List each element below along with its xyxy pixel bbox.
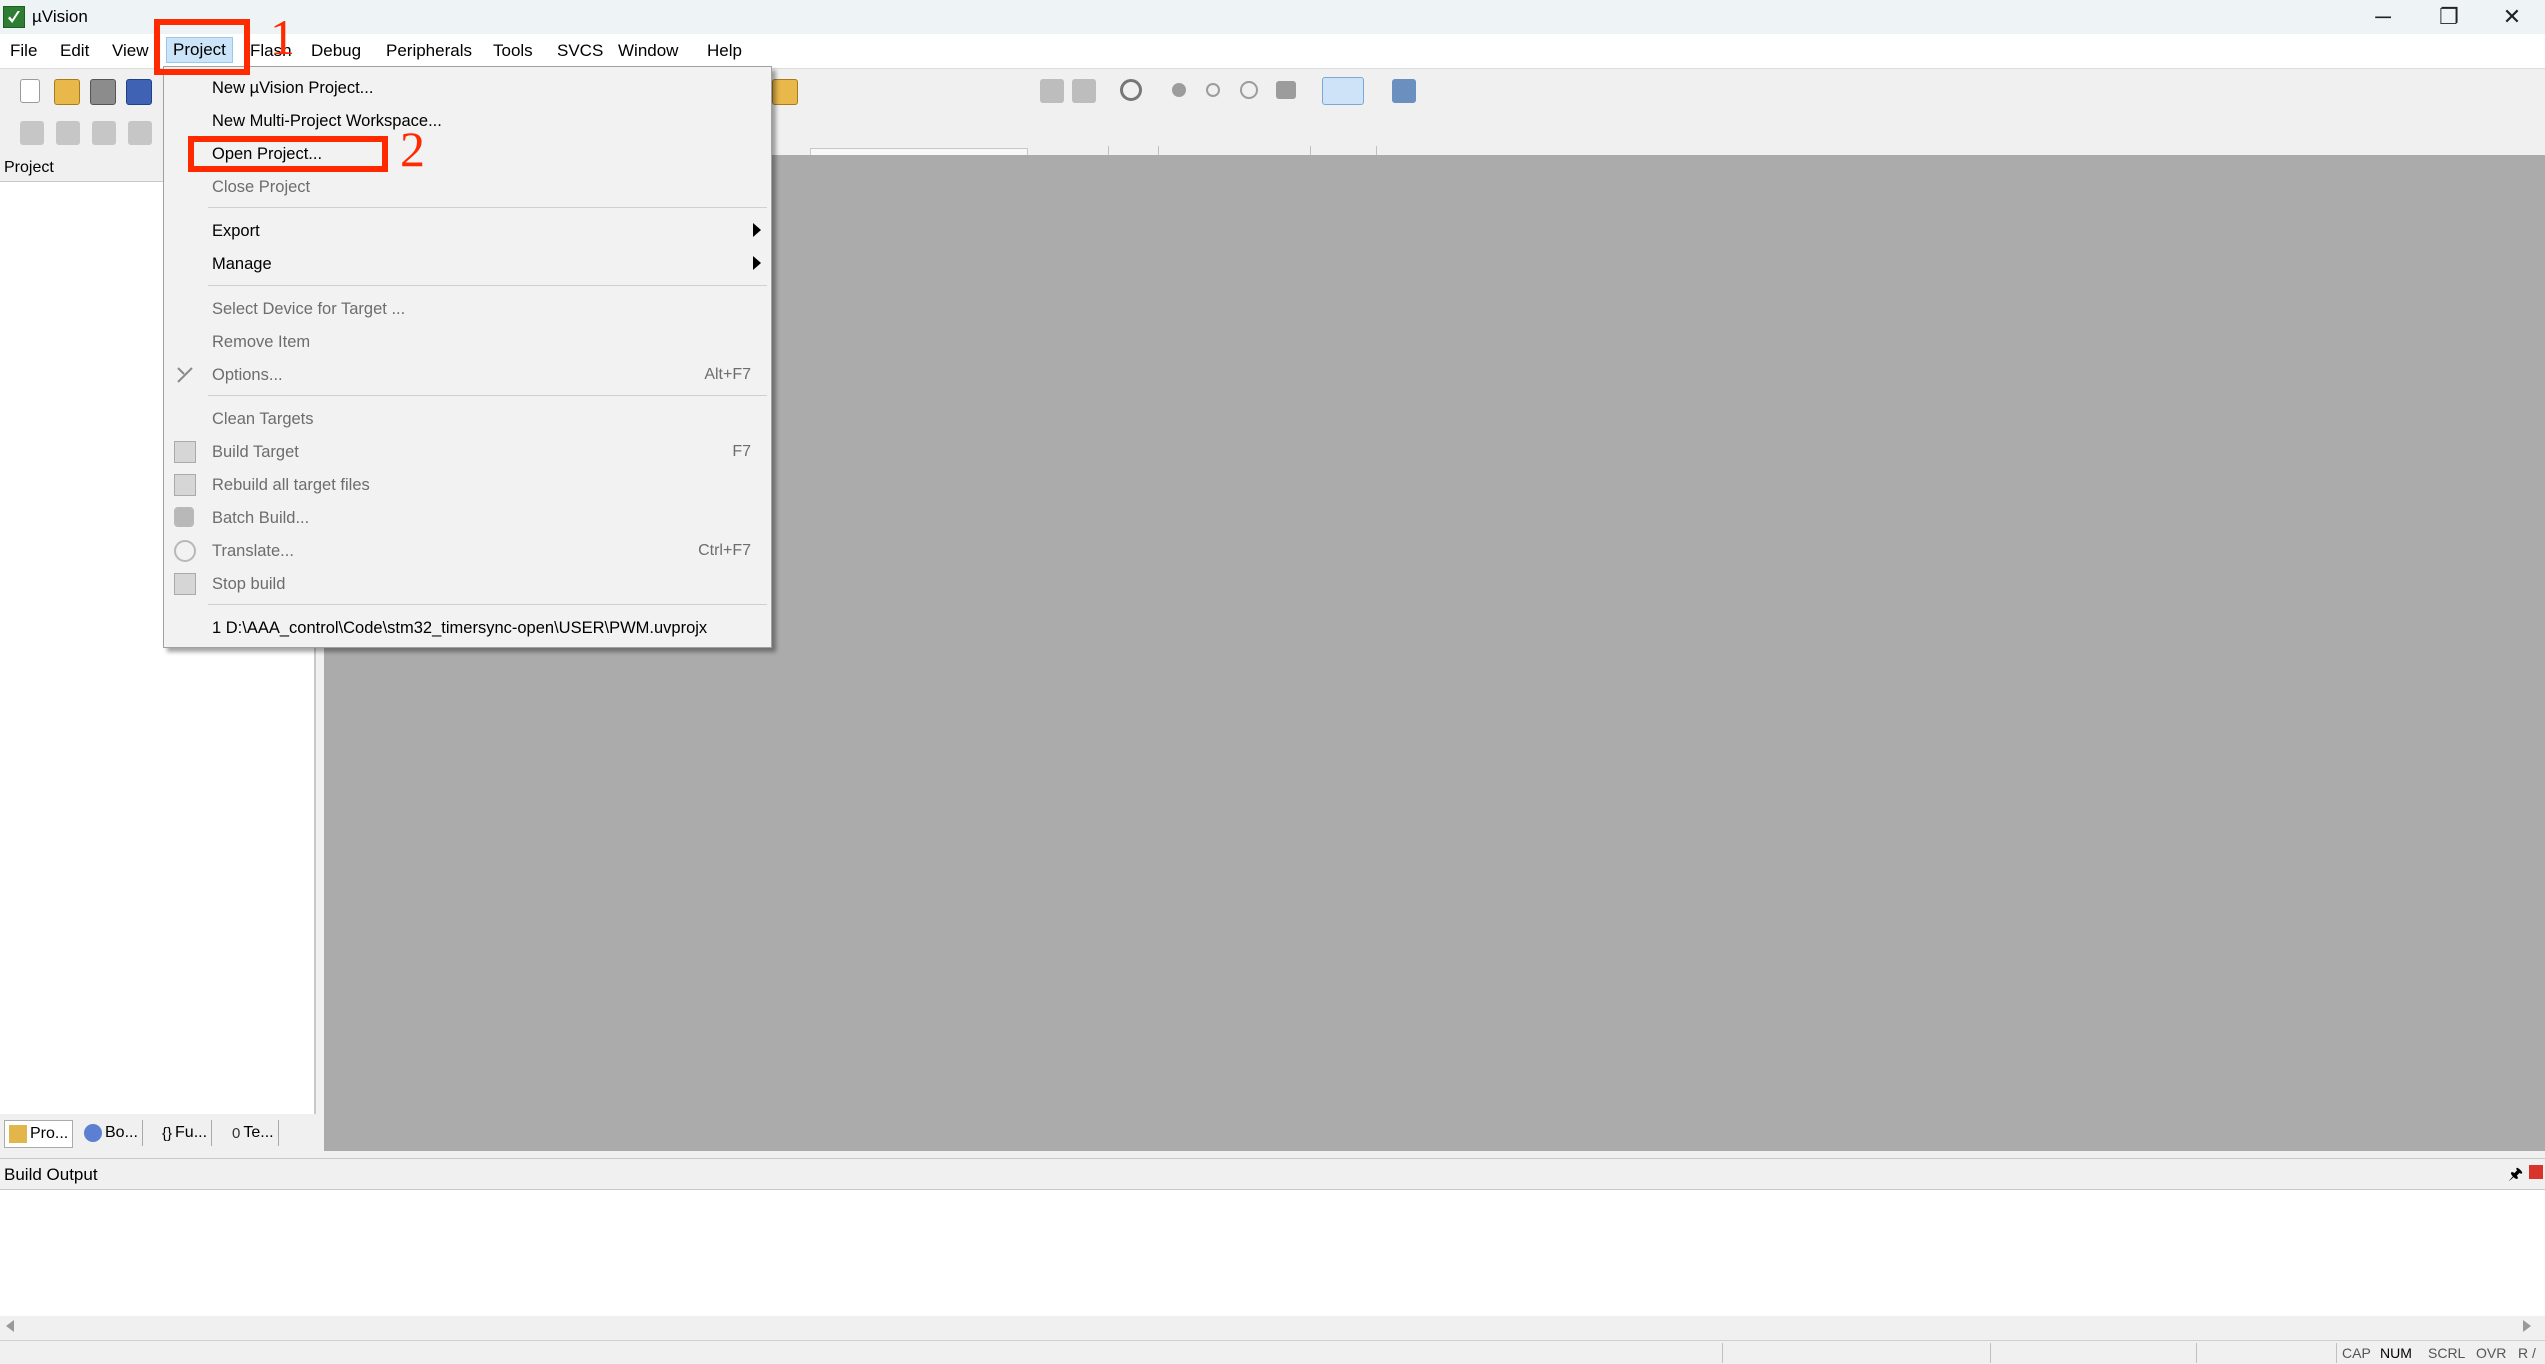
scroll-left-icon[interactable]: [6, 1320, 14, 1332]
menu-edit[interactable]: Edit: [60, 41, 89, 61]
menu-separator: [208, 207, 767, 208]
menu-separator: [208, 285, 767, 286]
menu-stop-build[interactable]: Stop build: [212, 575, 285, 594]
menu-export[interactable]: Export: [212, 222, 260, 241]
menu-select-device[interactable]: Select Device for Target ...: [212, 300, 405, 319]
open-folder-icon[interactable]: [54, 79, 80, 105]
menu-tools[interactable]: Tools: [493, 41, 533, 61]
submenu-arrow-icon: [753, 223, 761, 237]
submenu-arrow-icon: [753, 256, 761, 270]
build-output-header: Build Output 🖈: [0, 1158, 2545, 1190]
breakpoint-icon[interactable]: [1172, 83, 1186, 97]
close-button[interactable]: ✕: [2479, 0, 2545, 34]
menu-remove-item[interactable]: Remove Item: [212, 333, 310, 352]
tab-books[interactable]: Bo...: [80, 1120, 143, 1146]
annotation-number-1: 1: [270, 9, 295, 65]
window-layout-icon[interactable]: [1322, 77, 1364, 105]
menu-clean-targets[interactable]: Clean Targets: [212, 410, 314, 429]
status-ovr: OVR: [2476, 1345, 2507, 1361]
options-shortcut: Alt+F7: [704, 366, 751, 383]
status-divider: [2196, 1343, 2197, 1363]
project-panel-tabs: Pro... Bo... {} Fu... 0 Te...: [0, 1114, 316, 1150]
disable-all-breakpoints-icon[interactable]: [1240, 81, 1258, 99]
status-divider: [2336, 1343, 2337, 1363]
functions-tab-icon: {}: [162, 1124, 173, 1142]
status-divider: [1990, 1343, 1991, 1363]
batch-build-icon: [174, 507, 194, 527]
annotation-box-1: [154, 19, 250, 75]
project-panel-title: Project: [4, 159, 54, 176]
menu-manage[interactable]: Manage: [212, 255, 272, 274]
annotation-box-2: [188, 136, 388, 172]
build-output-panel[interactable]: [0, 1190, 2545, 1317]
title-bar: µVision ─ ❐ ✕: [0, 0, 2545, 34]
menu-svcs[interactable]: SVCS: [557, 41, 603, 61]
templates-tab-icon: 0: [232, 1124, 241, 1142]
project-tab-icon: [9, 1125, 27, 1143]
stop-build-icon: [174, 573, 196, 595]
menu-view[interactable]: View: [112, 41, 149, 61]
translate-icon[interactable]: [20, 121, 44, 145]
build-target-shortcut: F7: [732, 443, 751, 460]
status-bar: CAP NUM SCRL OVR R /: [0, 1340, 2545, 1364]
pin-icon[interactable]: 🖈: [2508, 1163, 2523, 1190]
minimize-button[interactable]: ─: [2350, 0, 2416, 34]
annotation-number-2: 2: [400, 121, 425, 177]
menu-build-target[interactable]: Build Target: [212, 443, 299, 462]
menu-debug[interactable]: Debug: [311, 41, 361, 61]
tab-templates[interactable]: 0 Te...: [228, 1120, 279, 1146]
build-target-icon: [174, 441, 196, 463]
incremental-find-icon[interactable]: [1072, 79, 1096, 103]
tab-functions[interactable]: {} Fu...: [158, 1120, 213, 1146]
breakpoint-disable-icon[interactable]: [1206, 83, 1220, 97]
menu-separator: [208, 395, 767, 396]
menu-recent-project[interactable]: 1 D:\AAA_control\Code\stm32_timersync-op…: [212, 619, 707, 638]
close-icon[interactable]: [2529, 1165, 2543, 1179]
horizontal-scrollbar[interactable]: [0, 1316, 2545, 1338]
save-icon[interactable]: [90, 79, 116, 105]
status-cap: CAP: [2342, 1345, 2371, 1361]
translate-shortcut: Ctrl+F7: [698, 542, 751, 559]
tab-project[interactable]: Pro...: [4, 1120, 74, 1148]
menu-bar: File Edit View Project Flash Debug Perip…: [0, 34, 2545, 69]
status-scrl: SCRL: [2428, 1345, 2466, 1361]
build-icon[interactable]: [56, 121, 80, 145]
configure-icon[interactable]: [772, 79, 798, 105]
menu-window[interactable]: Window: [618, 41, 678, 61]
wrench-icon[interactable]: [1392, 79, 1416, 103]
build-output-title: Build Output: [4, 1165, 98, 1184]
restore-button[interactable]: ❐: [2416, 0, 2482, 34]
menu-file[interactable]: File: [10, 41, 37, 61]
menu-options[interactable]: Options...: [212, 366, 283, 385]
kill-all-breakpoints-icon[interactable]: [1276, 81, 1296, 99]
menu-rebuild-all[interactable]: Rebuild all target files: [212, 476, 370, 495]
batch-build-icon[interactable]: [128, 121, 152, 145]
status-divider: [1722, 1343, 1723, 1363]
menu-close-project[interactable]: Close Project: [212, 178, 310, 197]
new-file-icon[interactable]: [20, 79, 40, 103]
menu-help[interactable]: Help: [707, 41, 742, 61]
menu-separator: [208, 604, 767, 605]
scroll-right-icon[interactable]: [2523, 1320, 2531, 1332]
status-rw: R /: [2518, 1345, 2536, 1361]
options-wand-icon: [174, 364, 196, 386]
uvision-app-icon: [3, 6, 25, 28]
menu-batch-build[interactable]: Batch Build...: [212, 509, 309, 528]
save-all-icon[interactable]: [126, 79, 152, 105]
zoom-icon[interactable]: [1120, 79, 1142, 101]
find-in-files-icon[interactable]: [1040, 79, 1064, 103]
menu-translate[interactable]: Translate...: [212, 542, 294, 561]
books-tab-icon: [84, 1124, 102, 1142]
window-title: µVision: [32, 7, 88, 26]
status-num: NUM: [2380, 1345, 2412, 1361]
translate-icon: [174, 540, 196, 562]
menu-new-uvision-project[interactable]: New µVision Project...: [212, 79, 373, 98]
rebuild-icon: [174, 474, 196, 496]
rebuild-icon[interactable]: [92, 121, 116, 145]
menu-peripherals[interactable]: Peripherals: [386, 41, 472, 61]
